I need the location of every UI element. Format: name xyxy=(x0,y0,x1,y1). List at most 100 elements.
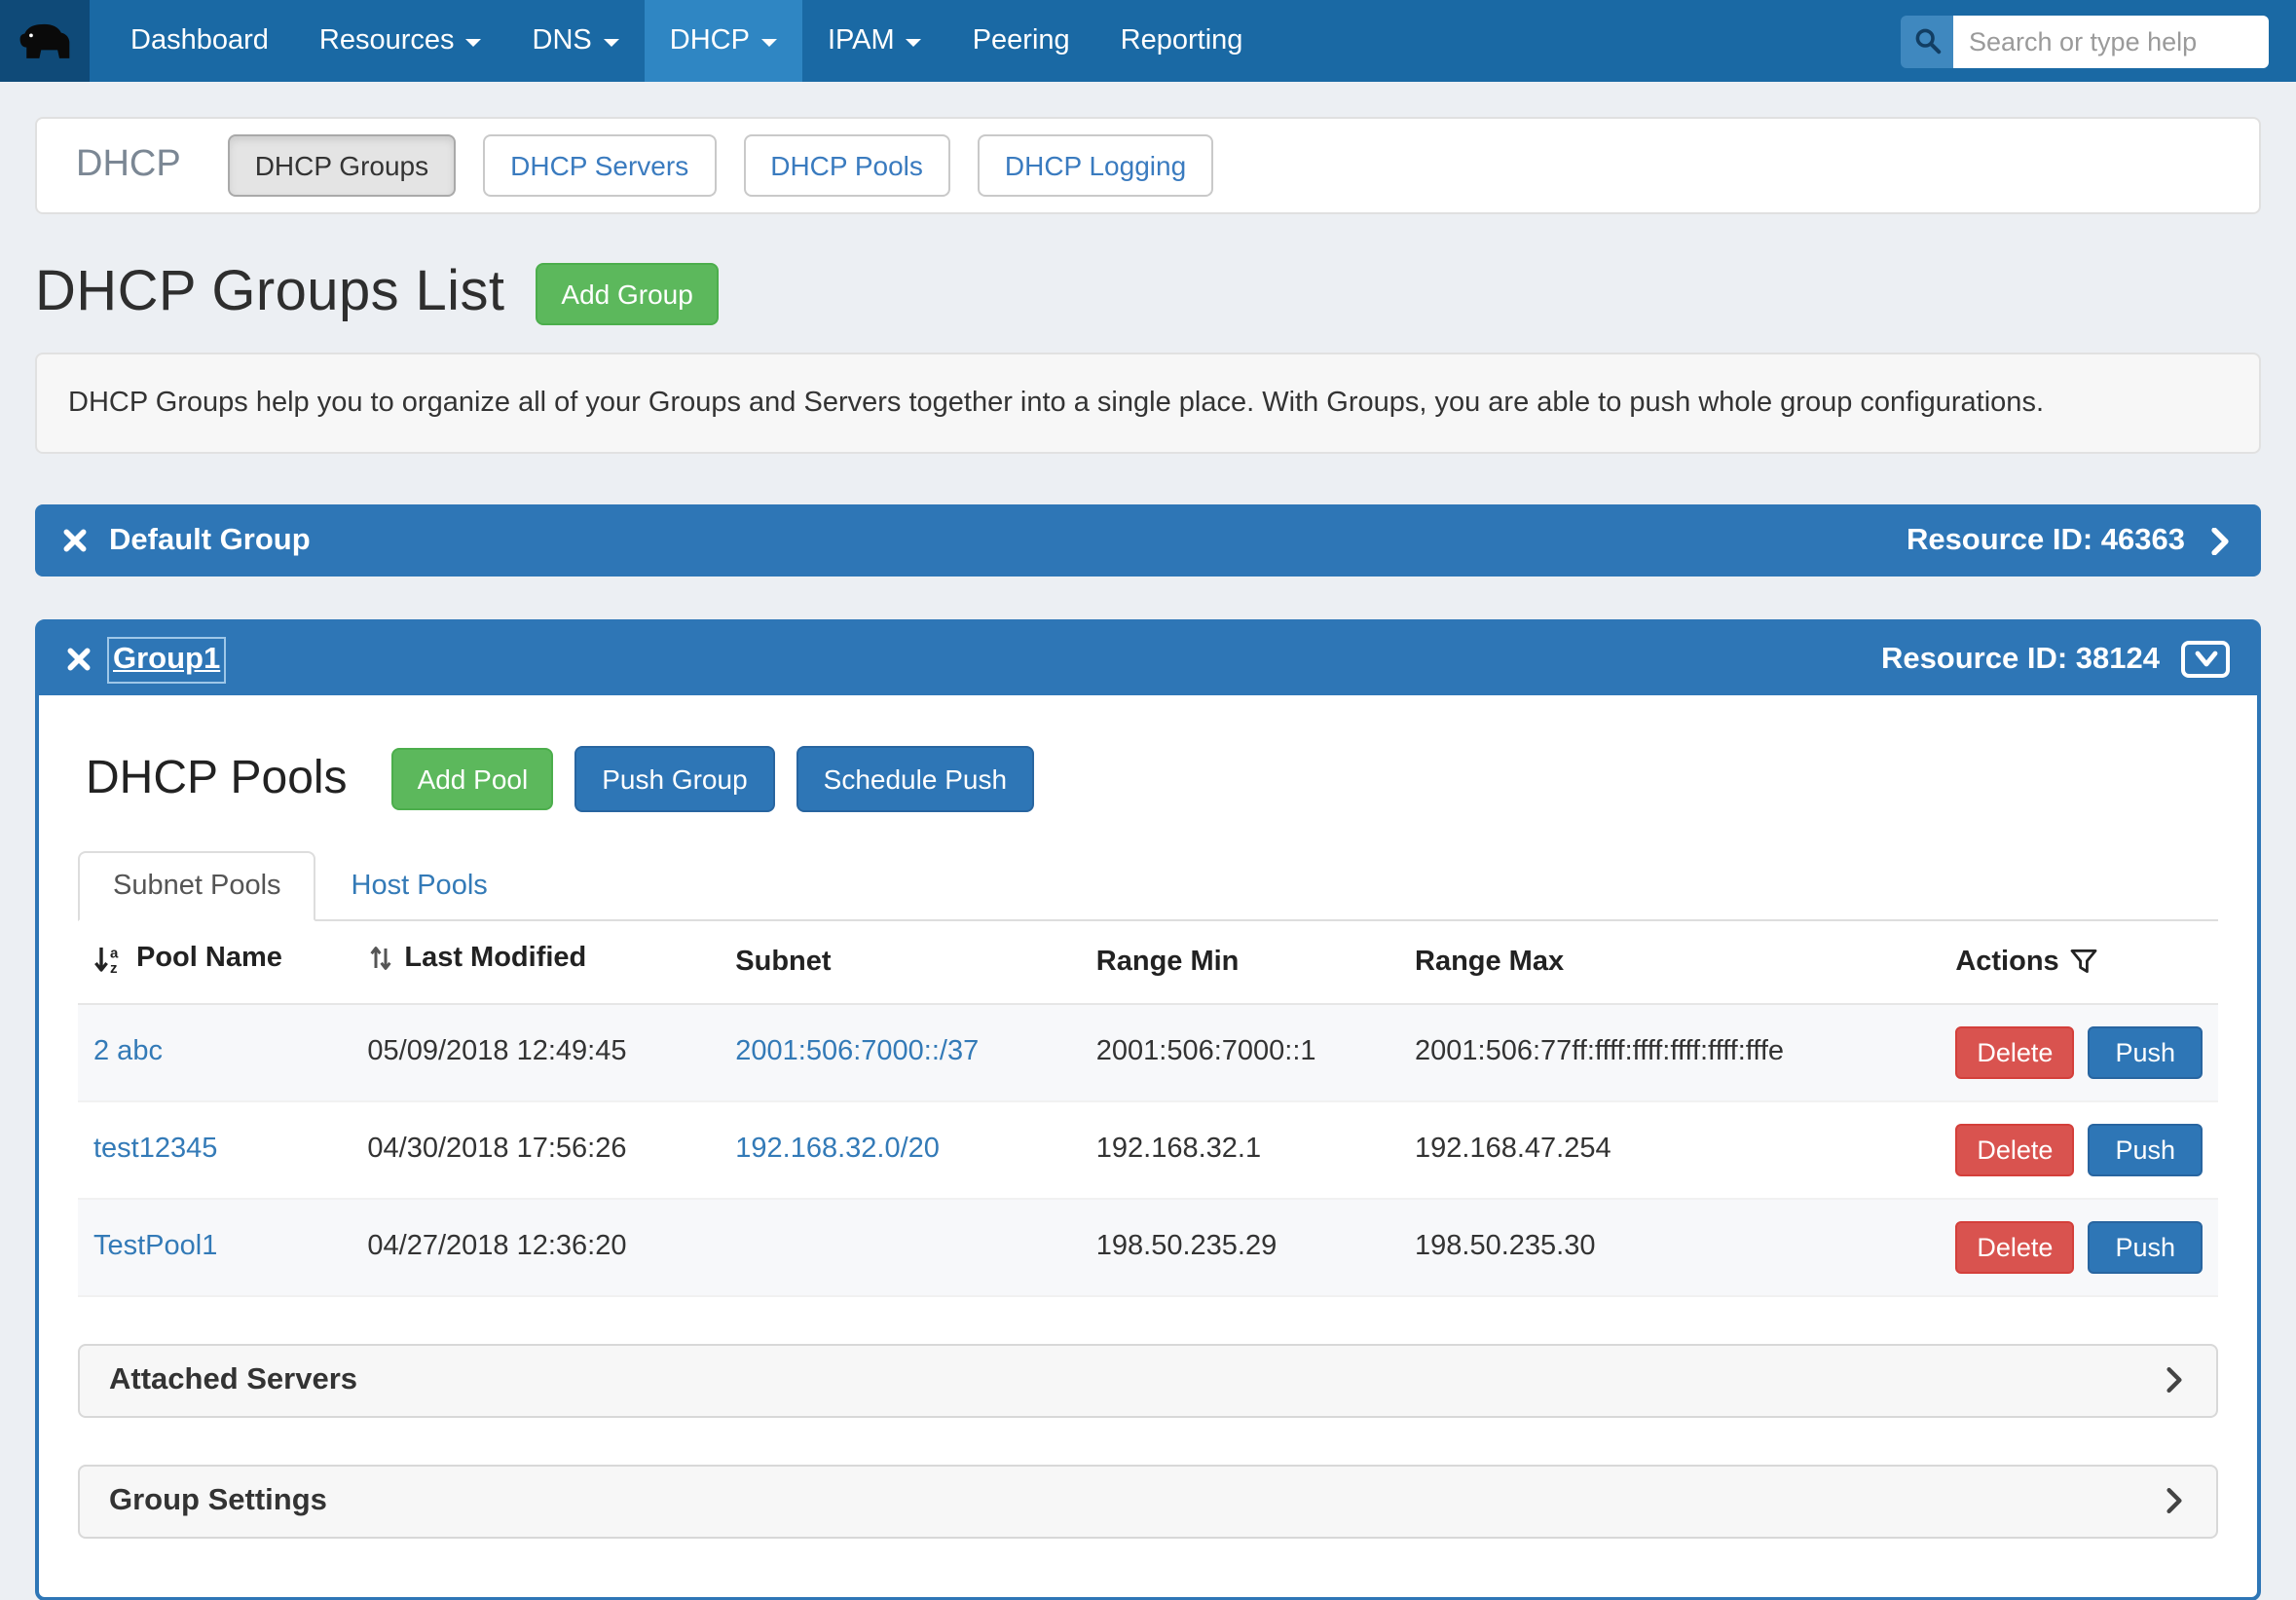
close-icon[interactable] xyxy=(66,647,92,672)
range-min-cell: 198.50.235.29 xyxy=(1081,1198,1399,1295)
accordion-label: Group Settings xyxy=(109,1483,327,1518)
chevron-right-icon[interactable] xyxy=(2206,527,2234,554)
group-name-link[interactable]: Group1 xyxy=(113,642,220,677)
nav-item-reporting[interactable]: Reporting xyxy=(1095,0,1269,82)
pool-name-link[interactable]: TestPool1 xyxy=(93,1231,217,1262)
nav-item-label: Reporting xyxy=(1121,25,1243,56)
caret-down-icon xyxy=(466,39,482,47)
column-header-pool-name[interactable]: a z Pool Name xyxy=(78,921,352,1003)
dhcp-groups-button[interactable]: DHCP Groups xyxy=(228,134,456,197)
subnav-title: DHCP xyxy=(76,144,181,187)
group-name: Default Group xyxy=(109,523,311,558)
nav-item-label: DHCP xyxy=(670,25,750,56)
sort-both-icon xyxy=(367,946,392,973)
chevron-right-icon xyxy=(2162,1488,2187,1513)
dhcp-subnav: DHCP DHCP Groups DHCP Servers DHCP Pools… xyxy=(35,117,2261,214)
dhcp-servers-button[interactable]: DHCP Servers xyxy=(483,134,716,197)
group-row-group1: Group1 Resource ID: 38124 DHCP Pools Add… xyxy=(35,619,2261,1600)
group-settings-accordion[interactable]: Group Settings xyxy=(78,1464,2218,1538)
global-search xyxy=(1901,15,2269,67)
group1-header[interactable]: Group1 Resource ID: 38124 xyxy=(39,623,2257,695)
subnet-link[interactable]: 2001:506:7000::/37 xyxy=(735,1036,979,1067)
column-header-actions[interactable]: Actions xyxy=(1940,921,2218,1003)
tab-host-pools[interactable]: Host Pools xyxy=(316,851,523,921)
dhcp-pools-button[interactable]: DHCP Pools xyxy=(743,134,950,197)
pool-name-cell: TestPool1 xyxy=(78,1198,352,1295)
table-row: 2 abc 05/09/2018 12:49:45 2001:506:7000:… xyxy=(78,1003,2218,1100)
pool-name-link[interactable]: 2 abc xyxy=(93,1036,163,1067)
range-max-cell: 2001:506:77ff:ffff:ffff:ffff:ffff:fffe xyxy=(1399,1003,1940,1100)
pool-name-link[interactable]: test12345 xyxy=(93,1134,217,1165)
nav-item-label: Dashboard xyxy=(130,25,269,56)
last-modified-cell: 04/30/2018 17:56:26 xyxy=(352,1100,720,1198)
page-title: DHCP Groups List xyxy=(35,261,504,325)
subnet-pools-table: a z Pool Name xyxy=(78,921,2218,1296)
tab-subnet-pools[interactable]: Subnet Pools xyxy=(78,851,316,921)
actions-cell: Delete Push xyxy=(1940,1198,2218,1295)
close-icon[interactable] xyxy=(62,528,88,553)
nav-item-resources[interactable]: Resources xyxy=(294,0,507,82)
top-navbar: Dashboard Resources DNS DHCP IPAM Peerin… xyxy=(0,0,2296,82)
search-icon[interactable] xyxy=(1901,15,1953,67)
actions-cell: Delete Push xyxy=(1940,1003,2218,1100)
pool-name-cell: 2 abc xyxy=(78,1003,352,1100)
chevron-down-icon xyxy=(2194,651,2217,668)
column-header-subnet[interactable]: Subnet xyxy=(720,921,1081,1003)
table-row: TestPool1 04/27/2018 12:36:20 198.50.235… xyxy=(78,1198,2218,1295)
nav-item-dashboard[interactable]: Dashboard xyxy=(105,0,294,82)
group-row-default-group[interactable]: Default Group Resource ID: 46363 xyxy=(35,504,2261,577)
page: Dashboard Resources DNS DHCP IPAM Peerin… xyxy=(0,0,2296,1554)
column-header-label: Pool Name xyxy=(136,943,282,974)
column-header-range-min[interactable]: Range Min xyxy=(1081,921,1399,1003)
accordion-label: Attached Servers xyxy=(109,1362,357,1397)
chevron-right-icon xyxy=(2162,1367,2187,1393)
attached-servers-accordion[interactable]: Attached Servers xyxy=(78,1343,2218,1417)
column-header-label: Subnet xyxy=(735,947,831,978)
add-group-button[interactable]: Add Group xyxy=(536,262,718,324)
add-pool-button[interactable]: Add Pool xyxy=(392,748,554,810)
pool-name-cell: test12345 xyxy=(78,1100,352,1198)
delete-button[interactable]: Delete xyxy=(1955,1025,2074,1078)
push-group-button[interactable]: Push Group xyxy=(574,746,774,812)
push-button[interactable]: Push xyxy=(2088,1220,2203,1273)
delete-button[interactable]: Delete xyxy=(1955,1220,2074,1273)
elephant-logo-icon xyxy=(16,19,74,62)
column-header-label: Range Max xyxy=(1415,947,1564,978)
column-header-last-modified[interactable]: Last Modified xyxy=(352,921,720,1003)
nav-item-dhcp[interactable]: DHCP xyxy=(645,0,802,82)
caret-down-icon xyxy=(761,39,777,47)
nav-item-label: Resources xyxy=(319,25,455,56)
collapse-group-button[interactable] xyxy=(2181,641,2230,678)
app-logo[interactable] xyxy=(0,0,90,82)
delete-button[interactable]: Delete xyxy=(1955,1123,2074,1175)
subnet-cell xyxy=(720,1198,1081,1295)
range-min-cell: 192.168.32.1 xyxy=(1081,1100,1399,1198)
dhcp-logging-button[interactable]: DHCP Logging xyxy=(978,134,1213,197)
range-max-cell: 192.168.47.254 xyxy=(1399,1100,1940,1198)
nav-item-label: DNS xyxy=(533,25,592,56)
caret-down-icon xyxy=(604,39,619,47)
push-button[interactable]: Push xyxy=(2088,1123,2203,1175)
page-head: DHCP Groups List Add Group xyxy=(35,261,2261,325)
filter-icon[interactable] xyxy=(2071,949,2098,975)
push-button[interactable]: Push xyxy=(2088,1025,2203,1078)
subnet-link[interactable]: 192.168.32.0/20 xyxy=(735,1134,940,1165)
main-content: DHCP DHCP Groups DHCP Servers DHCP Pools… xyxy=(0,117,2296,1600)
nav-item-dns[interactable]: DNS xyxy=(507,0,645,82)
subnet-cell: 192.168.32.0/20 xyxy=(720,1100,1081,1198)
main-nav: Dashboard Resources DNS DHCP IPAM Peerin… xyxy=(105,0,1268,82)
table-row: test12345 04/30/2018 17:56:26 192.168.32… xyxy=(78,1100,2218,1198)
schedule-push-button[interactable]: Schedule Push xyxy=(796,746,1034,812)
search-input[interactable] xyxy=(1953,15,2269,67)
nav-item-peering[interactable]: Peering xyxy=(947,0,1095,82)
last-modified-cell: 04/27/2018 12:36:20 xyxy=(352,1198,720,1295)
column-header-range-max[interactable]: Range Max xyxy=(1399,921,1940,1003)
caret-down-icon xyxy=(907,39,922,47)
nav-item-label: Peering xyxy=(973,25,1070,56)
range-max-cell: 198.50.235.30 xyxy=(1399,1198,1940,1295)
resource-id: Resource ID: 38124 xyxy=(1881,642,2160,677)
svg-text:z: z xyxy=(110,959,118,973)
pools-title: DHCP Pools xyxy=(86,752,348,806)
nav-item-ipam[interactable]: IPAM xyxy=(802,0,947,82)
nav-item-label: IPAM xyxy=(828,25,895,56)
